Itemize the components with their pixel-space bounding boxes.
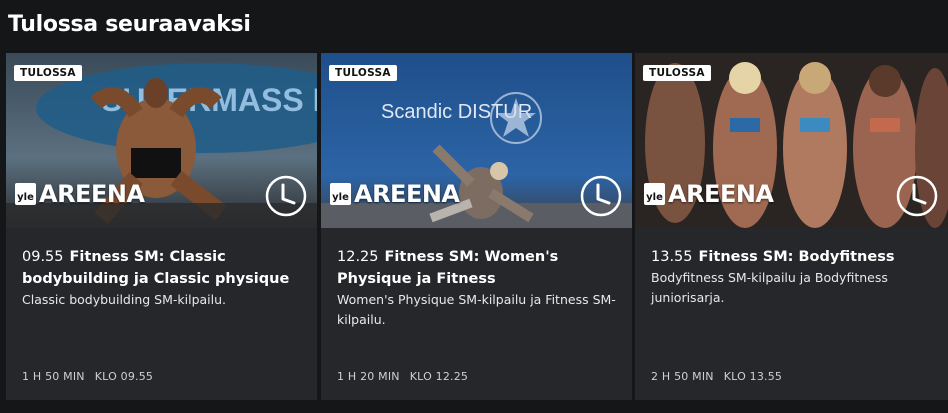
program-thumbnail[interactable]: SUPERMASS NUTRITION TULOSSA yle AREENA bbox=[6, 53, 317, 228]
areena-wordmark: AREENA bbox=[39, 180, 145, 208]
program-meta: 1 H 50 MIN KLO 09.55 bbox=[22, 370, 153, 383]
program-card[interactable]: SUPERMASS NUTRITION TULOSSA yle AREENA bbox=[6, 53, 317, 400]
program-thumbnail[interactable]: Scandic DISTUR TULOSSA yle AREENA bbox=[321, 53, 632, 228]
areena-logo: yle AREENA bbox=[330, 180, 460, 208]
clock-icon bbox=[265, 175, 307, 217]
program-card[interactable]: Scandic DISTUR TULOSSA yle AREENA 12.25 … bbox=[321, 53, 632, 400]
program-title[interactable]: 12.25 Fitness SM: Women's Physique ja Fit… bbox=[337, 246, 616, 290]
program-duration: 2 H 50 MIN bbox=[651, 370, 714, 383]
program-start-time: KLO 13.55 bbox=[723, 370, 783, 383]
yle-logo: yle bbox=[644, 183, 665, 205]
program-duration: 1 H 20 MIN bbox=[337, 370, 400, 383]
program-meta: 2 H 50 MIN KLO 13.55 bbox=[651, 370, 782, 383]
clock-icon bbox=[896, 175, 938, 217]
section-title: Tulossa seuraavaksi bbox=[8, 12, 251, 37]
yle-logo: yle bbox=[330, 183, 351, 205]
program-meta: 1 H 20 MIN KLO 12.25 bbox=[337, 370, 468, 383]
program-duration: 1 H 50 MIN bbox=[22, 370, 85, 383]
areena-wordmark: AREENA bbox=[354, 180, 460, 208]
status-badge: TULOSSA bbox=[329, 65, 397, 81]
status-badge: TULOSSA bbox=[14, 65, 82, 81]
upcoming-list: SUPERMASS NUTRITION TULOSSA yle AREENA bbox=[6, 53, 948, 400]
program-description: Women's Physique SM-kilpailu ja Fitness … bbox=[337, 292, 616, 327]
program-time: 09.55 bbox=[22, 249, 64, 265]
areena-wordmark: AREENA bbox=[668, 180, 774, 208]
program-thumbnail[interactable]: TULOSSA yle AREENA bbox=[635, 53, 948, 228]
areena-logo: yle AREENA bbox=[644, 180, 774, 208]
program-title[interactable]: 13.55 Fitness SM: Bodyfitness bbox=[651, 246, 932, 268]
program-time: 12.25 bbox=[337, 249, 379, 265]
areena-logo: yle AREENA bbox=[15, 180, 145, 208]
yle-logo: yle bbox=[15, 183, 36, 205]
program-description: Bodyfitness SM-kilpailu ja Bodyfitness j… bbox=[651, 270, 888, 305]
program-start-time: KLO 12.25 bbox=[409, 370, 469, 383]
program-title[interactable]: 09.55 Fitness SM: Classic bodybuilding ja… bbox=[22, 246, 301, 290]
program-card[interactable]: TULOSSA yle AREENA 13.55 Fitness SM: Body… bbox=[635, 53, 948, 400]
clock-icon bbox=[580, 175, 622, 217]
program-start-time: KLO 09.55 bbox=[94, 370, 154, 383]
program-time: 13.55 bbox=[651, 249, 693, 265]
status-badge: TULOSSA bbox=[643, 65, 711, 81]
program-name: Fitness SM: Bodyfitness bbox=[698, 249, 895, 265]
program-description: Classic bodybuilding SM-kilpailu. bbox=[22, 292, 227, 307]
